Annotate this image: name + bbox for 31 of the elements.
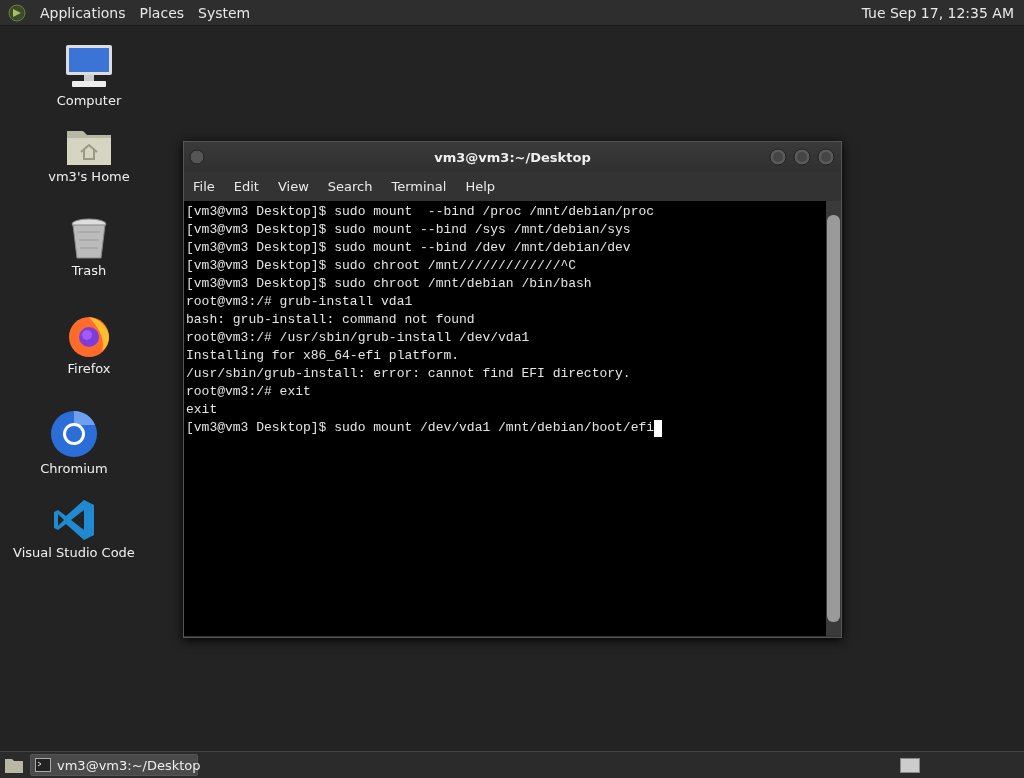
desktop-icon-label[interactable]: vm3's Home bbox=[48, 169, 130, 184]
terminal-line: root@vm3:/# grub-install vda1 bbox=[186, 293, 413, 311]
desktop-icon-label[interactable]: Trash bbox=[71, 263, 107, 278]
taskbar-button[interactable]: vm3@vm3:~/Desktop bbox=[30, 754, 198, 776]
menu-item[interactable]: View bbox=[277, 179, 309, 194]
clock[interactable]: Tue Sep 17, 12:35 AM bbox=[861, 4, 1014, 21]
terminal-line: [vm3@vm3 Desktop]$ sudo mount --bind /dev /mnt/debian/dev bbox=[186, 239, 631, 257]
panel-menu[interactable]: Places bbox=[139, 4, 185, 21]
menu-item[interactable]: Edit bbox=[233, 179, 259, 194]
menu-item[interactable]: Search bbox=[327, 179, 373, 194]
terminal-line: [vm3@vm3 Desktop]$ sudo chroot /mnt/debian /bin/bash bbox=[186, 275, 592, 293]
window-title: vm3@vm3:~/Desktop bbox=[434, 149, 591, 165]
terminal-line: root@vm3:/# exit bbox=[186, 383, 311, 401]
desktop-icon-label[interactable]: Firefox bbox=[67, 361, 111, 376]
desktop-icon-label[interactable]: Computer bbox=[56, 93, 122, 108]
menu-item[interactable]: Terminal bbox=[391, 179, 447, 194]
terminal-line: [vm3@vm3 Desktop]$ sudo chroot /mnt/////////////^C bbox=[186, 257, 577, 275]
terminal-line: Installing for x86_64-efi platform. bbox=[186, 347, 460, 365]
desktop-icon-label[interactable]: Chromium bbox=[40, 461, 108, 476]
panel-menu[interactable]: System bbox=[198, 4, 251, 21]
terminal-line: /usr/sbin/grub-install: error: cannot find EFI directory. bbox=[186, 365, 631, 383]
menu-item[interactable]: Help bbox=[465, 179, 496, 194]
terminal-line: [vm3@vm3 Desktop]$ sudo mount --bind /sys /mnt/debian/sys bbox=[186, 221, 631, 239]
terminal-line: root@vm3:/# /usr/sbin/grub-install /dev/vda1 bbox=[186, 329, 530, 347]
terminal-line: [vm3@vm3 Desktop]$ sudo mount /dev/vda1 /mnt/debian/boot/efi bbox=[186, 419, 655, 437]
terminal-line: [vm3@vm3 Desktop]$ sudo mount --bind /proc /mnt/debian/proc bbox=[186, 203, 655, 221]
menu-item[interactable]: File bbox=[193, 179, 215, 194]
terminal-line: exit bbox=[186, 401, 218, 419]
terminal-line: bash: grub-install: command not found bbox=[186, 311, 475, 329]
panel-menu[interactable]: Applications bbox=[40, 4, 126, 21]
desktop-icon-label[interactable]: Visual Studio Code bbox=[13, 545, 135, 560]
